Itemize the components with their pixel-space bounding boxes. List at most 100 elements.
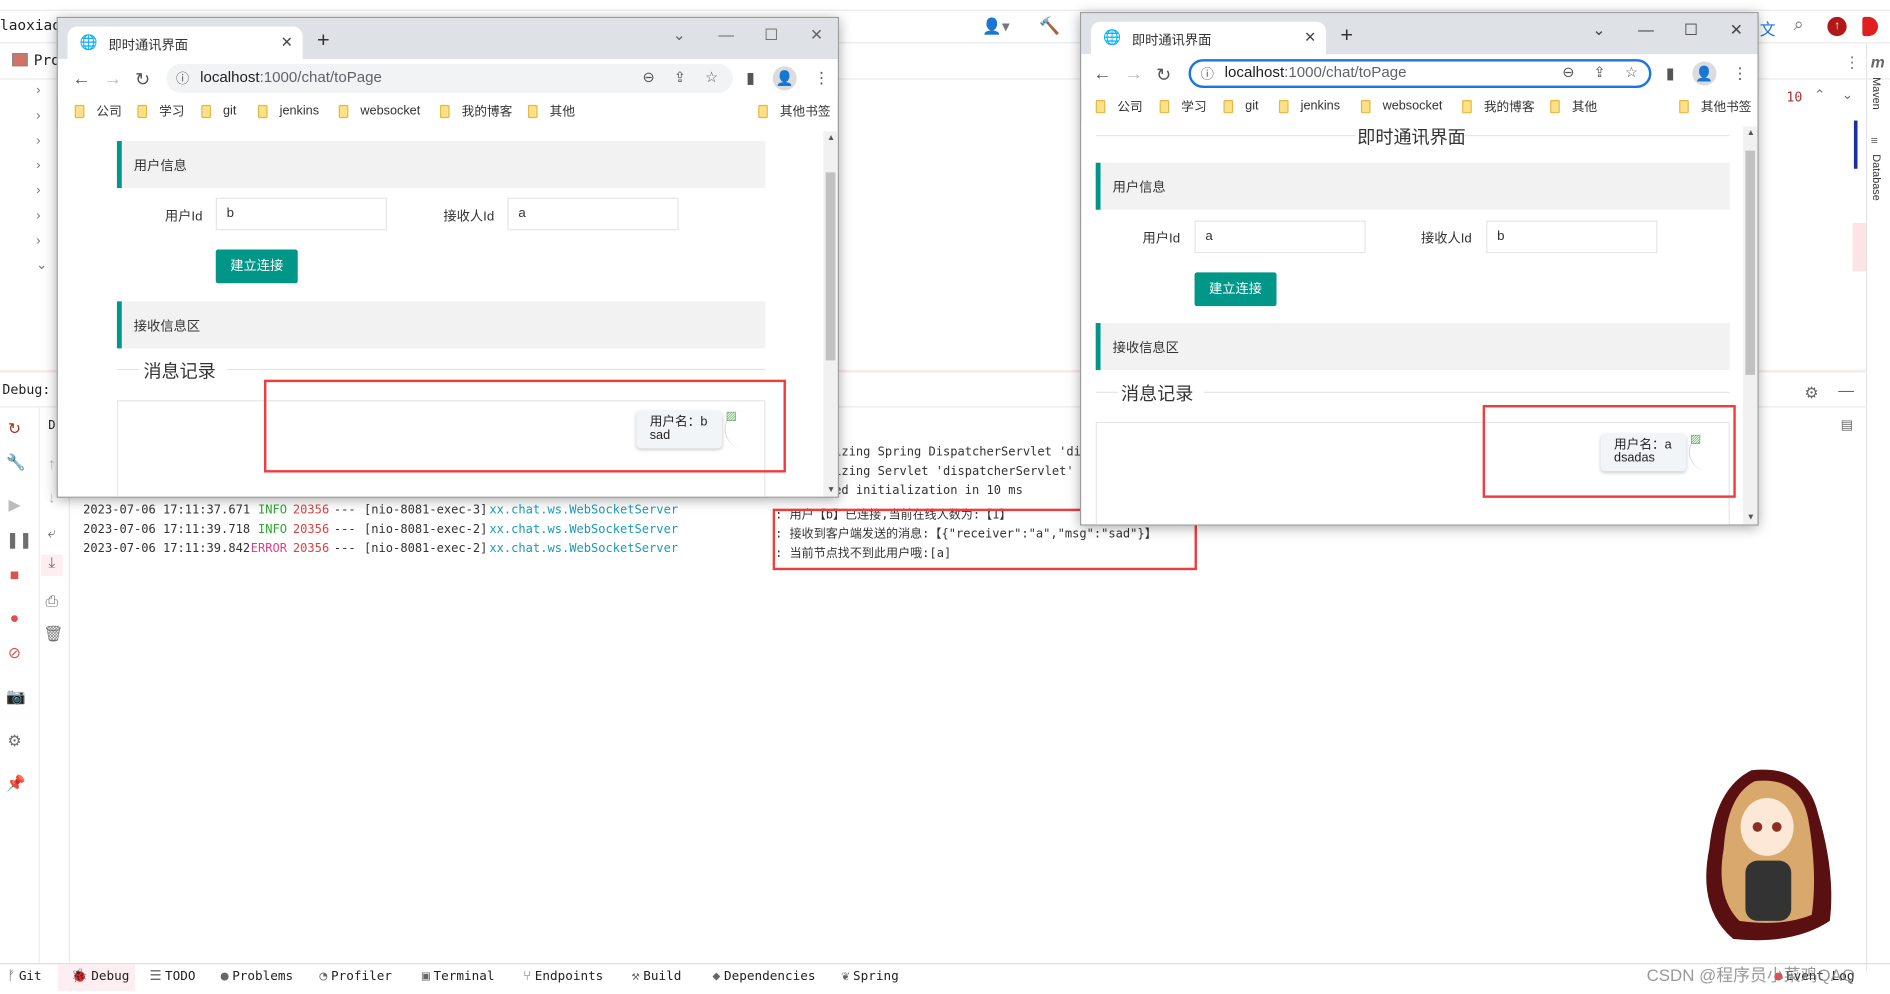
maximize-window-icon[interactable]: ☐ <box>1684 20 1698 39</box>
print-icon[interactable]: ⎙ <box>43 592 60 610</box>
star-icon[interactable]: ☆ <box>1625 64 1638 81</box>
resume-icon[interactable]: ▶ <box>6 496 23 514</box>
layout-icon[interactable]: ▤ <box>1841 417 1854 432</box>
profile-avatar[interactable]: 👤 <box>772 66 797 91</box>
debugger-tab[interactable]: D <box>48 419 55 432</box>
upload-icon[interactable]: ↑ <box>1827 16 1847 37</box>
bookmark[interactable]: 其他 <box>527 99 575 123</box>
gear-icon[interactable]: ⚙ <box>1804 383 1818 402</box>
trash-icon[interactable]: 🗑 <box>43 625 63 643</box>
translate-icon[interactable]: 文 <box>1760 17 1776 40</box>
bookmark[interactable]: 公司 <box>1095 94 1143 118</box>
bottom-tab-build[interactable]: ⚒ Build <box>632 968 682 984</box>
close-window-icon[interactable]: ✕ <box>810 25 823 44</box>
connect-button[interactable]: 建立连接 <box>215 249 298 284</box>
chevron-down-icon[interactable]: ⌄ <box>36 257 47 272</box>
forward-icon[interactable]: → <box>104 69 122 89</box>
zoom-icon[interactable]: ⊖ <box>642 69 654 86</box>
receiver-id-input[interactable]: a <box>507 197 679 231</box>
bookmark[interactable]: 其他 <box>1550 94 1597 118</box>
scrollbar[interactable]: ▲ ▼ <box>823 131 838 497</box>
scroll-to-end-icon[interactable]: ⤓ <box>40 554 63 577</box>
maven-tool-tab[interactable]: Maven <box>1871 77 1883 110</box>
chevron-right-icon[interactable]: › <box>36 83 40 97</box>
menu-icon[interactable]: ⋮ <box>1732 64 1748 83</box>
close-window-icon[interactable]: ✕ <box>1730 20 1743 39</box>
bookmark[interactable]: websocket <box>1360 94 1442 118</box>
bookmark[interactable]: 公司 <box>74 99 122 123</box>
bottom-tab-endpoints[interactable]: ⑂ Endpoints <box>523 968 603 984</box>
more-icon[interactable]: ⋮ <box>1844 53 1860 72</box>
zoom-icon[interactable]: ⊖ <box>1562 64 1574 81</box>
other-bookmarks[interactable]: 其他书签 <box>1679 94 1751 118</box>
profile-avatar[interactable]: 👤 <box>1692 61 1717 86</box>
new-tab-icon[interactable]: + <box>1340 23 1353 48</box>
bookmark[interactable]: websocket <box>338 99 420 123</box>
chevron-right-icon[interactable]: › <box>36 134 40 148</box>
star-icon[interactable]: ☆ <box>705 69 718 86</box>
settings-icon[interactable]: ⚙ <box>6 732 23 750</box>
user-icon[interactable]: 👤▾ <box>982 17 1009 36</box>
address-bar[interactable]: ⓘ localhost:1000/chat/toPage ⊖ ⇪ ☆ <box>1188 59 1652 88</box>
scrollbar[interactable]: ▲ ▼ <box>1743 126 1758 525</box>
bottom-tab-debug[interactable]: 🐞 Debug <box>71 968 129 984</box>
bookmark[interactable]: git <box>1223 94 1259 118</box>
chevron-down-icon[interactable]: ⌄ <box>1842 87 1853 102</box>
tab-search-icon[interactable]: ⌄ <box>673 25 686 44</box>
hammer-icon[interactable]: 🔨 <box>1039 16 1060 36</box>
bottom-tab-problems[interactable]: ● Problems <box>221 968 294 984</box>
bookmark[interactable]: git <box>201 99 236 123</box>
minimize-window-icon[interactable]: — <box>718 25 734 43</box>
rerun-icon[interactable]: ↻ <box>6 420 23 438</box>
browser-tab[interactable]: 🌐 即时通讯界面 ✕ <box>1090 21 1326 55</box>
database-tool-tab[interactable]: Database <box>1871 154 1883 200</box>
plugin-icon[interactable] <box>1862 16 1879 37</box>
chevron-right-icon[interactable]: › <box>36 183 40 197</box>
search-icon[interactable]: ⌕ <box>1794 14 1804 34</box>
bookmark[interactable]: jenkins <box>1278 94 1340 118</box>
pin-icon[interactable]: 📌 <box>6 774 26 792</box>
back-icon[interactable]: ← <box>72 69 90 89</box>
breakpoints-icon[interactable]: ● <box>6 609 23 627</box>
bookmark[interactable]: 学习 <box>1159 94 1207 118</box>
chevron-right-icon[interactable]: › <box>36 158 40 172</box>
user-id-input[interactable]: a <box>1194 220 1366 254</box>
browser-tab[interactable]: 🌐 即时通讯界面 ✕ <box>67 26 303 60</box>
pause-icon[interactable]: ❚❚ <box>6 531 32 549</box>
stop-icon[interactable]: ■ <box>6 566 23 584</box>
bottom-tab-profiler[interactable]: ◔ Profiler <box>319 968 392 984</box>
close-tab-icon[interactable]: ✕ <box>1304 29 1316 46</box>
bottom-tab-dependencies[interactable]: ◆ Dependencies <box>712 968 815 984</box>
reload-icon[interactable]: ↻ <box>135 69 150 90</box>
forward-icon[interactable]: → <box>1125 64 1143 84</box>
soft-wrap-icon[interactable]: ⤶ <box>43 524 60 541</box>
connect-button[interactable]: 建立连接 <box>1194 272 1277 307</box>
user-id-input[interactable]: b <box>215 197 387 231</box>
sidebar-icon[interactable]: ▮ <box>1666 64 1675 83</box>
sidebar-icon[interactable]: ▮ <box>746 69 755 88</box>
bookmark[interactable]: 我的博客 <box>1462 94 1534 118</box>
back-icon[interactable]: ← <box>1093 64 1111 84</box>
close-tab-icon[interactable]: ✕ <box>281 34 293 51</box>
address-bar[interactable]: ⓘ localhost:1000/chat/toPage ⊖ ⇪ ☆ <box>166 63 733 93</box>
bottom-tab-terminal[interactable]: ▣ Terminal <box>422 968 495 984</box>
bottom-tab-git[interactable]: ᚠ Git <box>7 968 41 984</box>
camera-icon[interactable]: 📷 <box>6 688 26 705</box>
minimize-icon[interactable]: — <box>1838 381 1854 399</box>
bottom-tab-spring[interactable]: ❦ Spring <box>841 968 898 984</box>
minimize-window-icon[interactable]: — <box>1638 20 1654 38</box>
bookmark[interactable]: 学习 <box>137 99 184 123</box>
wrench-icon[interactable]: 🔧 <box>6 454 26 471</box>
chevron-up-icon[interactable]: ⌃ <box>1814 87 1825 102</box>
reload-icon[interactable]: ↻ <box>1156 64 1171 85</box>
bookmark[interactable]: jenkins <box>257 99 319 123</box>
tab-search-icon[interactable]: ⌄ <box>1592 20 1605 39</box>
other-bookmarks[interactable]: 其他书签 <box>758 99 831 123</box>
mute-breakpoints-icon[interactable]: ⊘ <box>6 644 23 662</box>
chevron-right-icon[interactable]: › <box>36 108 40 122</box>
share-icon[interactable]: ⇪ <box>674 69 686 86</box>
receiver-id-input[interactable]: b <box>1486 220 1658 254</box>
bookmark[interactable]: 我的博客 <box>439 99 512 123</box>
chevron-right-icon[interactable]: › <box>36 234 40 248</box>
new-tab-icon[interactable]: + <box>317 28 330 53</box>
